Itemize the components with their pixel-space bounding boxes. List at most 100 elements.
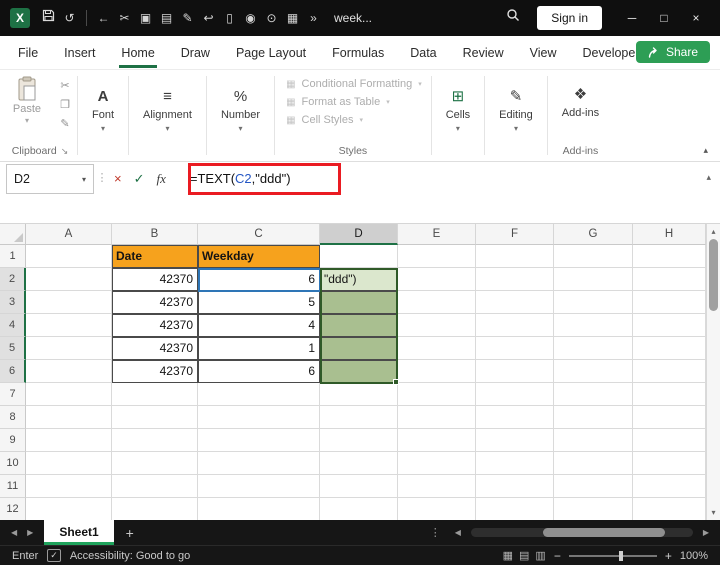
cell-E11[interactable] [398,475,476,498]
cell-C4[interactable]: 4 [198,314,320,337]
select-all-corner[interactable] [0,224,26,245]
format-painter-button[interactable]: ✎ [56,117,74,130]
cell-F9[interactable] [476,429,554,452]
cell-D12[interactable] [320,498,398,520]
cell-F11[interactable] [476,475,554,498]
row-header-12[interactable]: 12 [0,498,26,520]
cell-B11[interactable] [112,475,198,498]
cell-F10[interactable] [476,452,554,475]
format-painter-icon[interactable]: ✎ [177,8,198,28]
cell-D7[interactable] [320,383,398,406]
back-icon[interactable]: ← [93,8,114,28]
cell-E4[interactable] [398,314,476,337]
cell-H5[interactable] [633,337,706,360]
cell-H11[interactable] [633,475,706,498]
cell-G2[interactable] [554,268,633,291]
clipboard-dialog-launcher-icon[interactable]: ↘ [61,146,69,157]
sheet-options-icon[interactable]: ⋮ [426,526,445,539]
cell-H1[interactable] [633,245,706,268]
sheet-nav-left-icon[interactable]: ◀ [6,528,22,537]
cell-G1[interactable] [554,245,633,268]
pin-icon[interactable]: ◉ [240,8,261,28]
cell-E6[interactable] [398,360,476,383]
cell-E3[interactable] [398,291,476,314]
cell-G10[interactable] [554,452,633,475]
cell-A1[interactable] [26,245,112,268]
cell-A10[interactable] [26,452,112,475]
cell-G8[interactable] [554,406,633,429]
cell-A5[interactable] [26,337,112,360]
menu-tab-view[interactable]: View [528,37,559,68]
alignment-group-button[interactable]: ≡ Alignment ▾ [132,70,203,161]
cell-D11[interactable] [320,475,398,498]
sign-in-button[interactable]: Sign in [537,6,602,30]
row-header-11[interactable]: 11 [0,475,26,498]
paste-button[interactable]: Paste ▾ [6,76,48,145]
cell-H8[interactable] [633,406,706,429]
cell-H12[interactable] [633,498,706,520]
cell-E5[interactable] [398,337,476,360]
scroll-up-icon[interactable]: ▴ [711,224,715,236]
table-icon[interactable]: ▦ [282,8,303,28]
row-header-8[interactable]: 8 [0,406,26,429]
cells-group-button[interactable]: ⊞ Cells ▾ [435,70,481,161]
zoom-out-button[interactable]: − [554,549,561,563]
column-header-G[interactable]: G [554,224,633,245]
menu-tab-home[interactable]: Home [119,37,156,68]
add-sheet-button[interactable]: + [126,525,134,541]
cell-E2[interactable] [398,268,476,291]
row-header-10[interactable]: 10 [0,452,26,475]
chart-icon[interactable]: ▤ [156,8,177,28]
row-header-1[interactable]: 1 [0,245,26,268]
row-header-2[interactable]: 2 [0,268,26,291]
share-button[interactable]: Share [636,41,710,63]
cell-B10[interactable] [112,452,198,475]
sheet-tab-sheet1[interactable]: Sheet1 [44,520,113,545]
collapse-ribbon-icon[interactable]: ▴ [703,145,708,156]
cell-D3[interactable] [320,291,398,314]
document-icon[interactable]: ▯ [219,8,240,28]
cell-D10[interactable] [320,452,398,475]
cell-F4[interactable] [476,314,554,337]
menu-tab-formulas[interactable]: Formulas [330,37,386,68]
insert-function-icon[interactable]: fx [157,171,166,195]
hscroll-left-icon[interactable]: ◀ [450,528,466,537]
cell-A12[interactable] [26,498,112,520]
cell-C8[interactable] [198,406,320,429]
cell-G4[interactable] [554,314,633,337]
cell-A6[interactable] [26,360,112,383]
cell-E7[interactable] [398,383,476,406]
cut-icon[interactable]: ✂ [114,8,135,28]
hscroll-right-icon[interactable]: ▶ [698,528,714,537]
cell-G6[interactable] [554,360,633,383]
more-commands-icon[interactable]: » [303,8,324,28]
copy-button[interactable]: ❐ [56,98,74,111]
editing-group-button[interactable]: ✎ Editing ▾ [488,70,544,161]
undo-icon[interactable]: ↺ [59,8,80,28]
cell-G11[interactable] [554,475,633,498]
row-header-9[interactable]: 9 [0,429,26,452]
cell-D2[interactable]: "ddd") [320,268,398,291]
cell-D6[interactable] [320,360,398,383]
font-group-button[interactable]: A Font ▾ [81,70,125,161]
cell-C3[interactable]: 5 [198,291,320,314]
cell-A11[interactable] [26,475,112,498]
cell-F8[interactable] [476,406,554,429]
menu-tab-file[interactable]: File [16,37,40,68]
row-header-5[interactable]: 5 [0,337,26,360]
cell-B9[interactable] [112,429,198,452]
menu-tab-review[interactable]: Review [461,37,506,68]
cell-B2[interactable]: 42370 [112,268,198,291]
menu-tab-developer[interactable]: Developer [581,37,642,68]
zoom-slider[interactable] [569,555,657,557]
cell-C2[interactable]: 6 [198,268,320,291]
cell-C1[interactable]: Weekday [198,245,320,268]
cell-H2[interactable] [633,268,706,291]
cell-B4[interactable]: 42370 [112,314,198,337]
horizontal-scrollbar[interactable] [471,528,693,537]
zoom-slider-thumb[interactable] [619,551,623,561]
cell-H10[interactable] [633,452,706,475]
cell-H3[interactable] [633,291,706,314]
cell-C5[interactable]: 1 [198,337,320,360]
cell-G3[interactable] [554,291,633,314]
